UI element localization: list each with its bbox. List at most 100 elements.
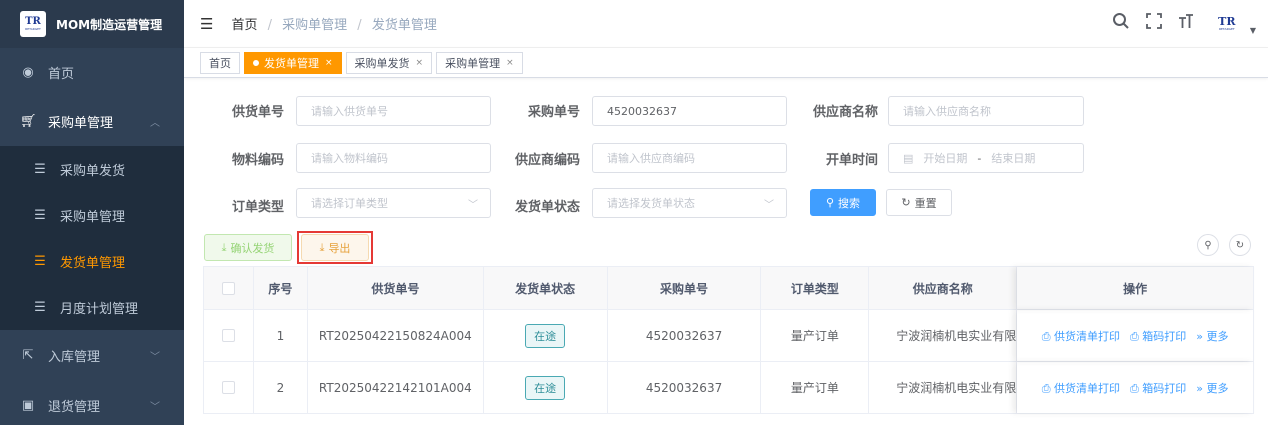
tab-home[interactable]: 首页 <box>200 51 240 74</box>
sidebar-item-home[interactable]: ◉ 首页 <box>0 48 184 96</box>
print-list-link[interactable]: ⎙ 供货清单打印 <box>1042 380 1120 396</box>
toggle-search-button[interactable]: ⚲ <box>1197 234 1219 256</box>
sidebar-item-label: 发货单管理 <box>60 255 126 271</box>
sidebar-item-label: 入库管理 <box>48 349 101 365</box>
app-logo: TR RETARGET <box>20 11 46 37</box>
print-list-label: 供货清单打印 <box>1053 381 1120 395</box>
search-icon[interactable] <box>1112 12 1130 35</box>
supplier-code-input[interactable]: 请输入供应商编码 <box>592 143 787 173</box>
refresh-icon: ↻ <box>1235 239 1245 251</box>
search-button[interactable]: ⚲ 搜索 <box>810 189 876 216</box>
reset-button[interactable]: ↻ 重置 <box>886 189 952 216</box>
cell-actions: ⎙ 供货清单打印 ⎙ 箱码打印 » 更多 <box>1017 310 1254 361</box>
material-code-input[interactable]: 请输入物料编码 <box>296 143 491 173</box>
date-end-placeholder: 结束日期 <box>991 152 1036 165</box>
tab-label: 采购单发货 <box>354 56 410 70</box>
printer-icon: ⎙ <box>1041 329 1054 343</box>
breadcrumb-item: 发货单管理 <box>371 18 437 33</box>
po-no-input[interactable]: 4520032637 <box>592 96 787 126</box>
sidebar-item-po-ship[interactable]: ☰ 采购单发货 <box>0 146 184 192</box>
tab-po-manage[interactable]: 采购单管理 × <box>436 51 523 74</box>
cell-po-no: 4520032637 <box>608 310 762 361</box>
brand: TR RETARGET MOM制造运营管理 <box>0 0 184 48</box>
cell-index: 1 <box>254 310 308 361</box>
row-checkbox[interactable] <box>221 329 235 342</box>
status-badge: 在途 <box>525 323 566 348</box>
printer-icon: ⎙ <box>1129 329 1143 343</box>
caret-down-icon[interactable]: ▼ <box>1250 26 1256 35</box>
row-checkbox[interactable] <box>221 381 235 394</box>
chevron-up-icon: ︿ <box>150 117 160 129</box>
table-header-row: 序号 供货单号 发货单状态 采购单号 订单类型 供应商名称 操作 <box>204 267 1254 310</box>
refresh-icon: ↻ <box>901 196 911 209</box>
sidebar-item-monthly-plan[interactable]: ☰ 月度计划管理 <box>0 284 184 330</box>
list-icon: ☰ <box>34 207 46 223</box>
breadcrumb-item[interactable]: 首页 <box>231 18 257 33</box>
order-type-label: 订单类型 <box>231 200 284 215</box>
table-row: 1 RT20250422150824A004 在途 4520032637 量产订… <box>204 310 1254 362</box>
column-header: 订单类型 <box>761 267 870 309</box>
calendar-icon: ▤ <box>903 151 914 165</box>
open-time-range[interactable]: ▤ 开始日期 - 结束日期 <box>888 143 1084 173</box>
avatar-text: TR <box>1218 15 1236 28</box>
header-actions: TR RETARGET ▼ <box>1112 12 1256 35</box>
po-no-label: 采购单号 <box>527 105 580 120</box>
close-icon[interactable]: × <box>325 58 333 68</box>
supplier-name-input[interactable]: 请输入供应商名称 <box>888 96 1084 126</box>
sidebar-item-shipment[interactable]: ☰ 发货单管理 <box>0 238 184 284</box>
select-all-checkbox[interactable] <box>221 281 235 295</box>
sidebar-item-purchase[interactable]: 🛒︎ 采购单管理 ︿ <box>0 96 184 146</box>
close-icon[interactable]: × <box>506 58 514 68</box>
sidebar-item-label: 月度计划管理 <box>60 301 139 317</box>
cell-supply-no: RT20250422150824A004 <box>308 310 484 361</box>
search-icon: ⚲ <box>825 196 835 209</box>
export-label: 导出 <box>328 241 351 255</box>
list-icon: ☰ <box>34 253 46 269</box>
sidebar-item-label: 首页 <box>48 66 75 82</box>
cell-po-no: 4520032637 <box>608 362 762 413</box>
hamburger-icon[interactable]: ☰ <box>200 15 213 33</box>
sidebar-item-po-manage[interactable]: ☰ 采购单管理 <box>0 192 184 238</box>
more-link[interactable]: » 更多 <box>1196 380 1228 396</box>
supplier-name-placeholder: 请输入供应商名称 <box>903 105 991 118</box>
column-header: 采购单号 <box>607 267 762 309</box>
print-box-link[interactable]: ⎙ 箱码打印 <box>1130 380 1186 396</box>
confirm-ship-button[interactable]: ⤓ 确认发货 <box>204 234 292 261</box>
app-title: MOM制造运营管理 <box>56 17 163 32</box>
cell-status: 在途 <box>484 310 608 361</box>
font-size-icon[interactable] <box>1178 13 1194 34</box>
sidebar-item-inbound[interactable]: ⇱ 入库管理 ﹀ <box>0 330 184 380</box>
date-start-placeholder: 开始日期 <box>923 152 968 165</box>
column-header: 序号 <box>253 267 308 309</box>
sidebar-item-label: 退货管理 <box>48 399 101 415</box>
order-type-select[interactable]: 请选择订单类型 ﹀ <box>296 188 491 218</box>
avatar[interactable]: TR RETARGET <box>1210 13 1244 35</box>
tab-shipment[interactable]: 发货单管理 × <box>244 51 342 74</box>
supply-no-input[interactable]: 请输入供货单号 <box>296 96 491 126</box>
print-box-label: 箱码打印 <box>1142 381 1187 395</box>
cart-icon: 🛒︎ <box>20 113 37 129</box>
more-link[interactable]: » 更多 <box>1196 328 1228 344</box>
export-button[interactable]: ⤓ 导出 <box>301 234 369 261</box>
logo-text: TR <box>25 16 41 27</box>
avatar-subtext: RETARGET <box>1218 27 1235 31</box>
close-icon[interactable]: × <box>416 58 424 68</box>
print-box-link[interactable]: ⎙ 箱码打印 <box>1130 328 1186 344</box>
shipment-table: 序号 供货单号 发货单状态 采购单号 订单类型 供应商名称 操作 1 RT202… <box>203 266 1254 414</box>
fullscreen-icon[interactable] <box>1145 13 1162 34</box>
ship-status-label: 发货单状态 <box>514 200 580 215</box>
sidebar: TR RETARGET MOM制造运营管理 ◉ 首页 🛒︎ 采购单管理 ︿ ☰ … <box>0 0 184 425</box>
open-time-label: 开单时间 <box>825 153 878 168</box>
ship-status-placeholder: 请选择发货单状态 <box>607 197 695 210</box>
sidebar-item-return[interactable]: ▣ 退货管理 ﹀ <box>0 380 184 425</box>
tab-po-ship[interactable]: 采购单发货 × <box>345 51 433 74</box>
status-badge: 在途 <box>525 375 566 400</box>
tab-label: 发货单管理 <box>264 56 319 70</box>
sidebar-item-label: 采购单管理 <box>60 209 126 225</box>
download-icon: ⤓ <box>221 240 227 254</box>
print-list-link[interactable]: ⎙ 供货清单打印 <box>1042 328 1120 344</box>
refresh-button[interactable]: ↻ <box>1229 234 1251 256</box>
ship-status-select[interactable]: 请选择发货单状态 ﹀ <box>592 188 787 218</box>
tab-label: 采购单管理 <box>445 56 501 70</box>
column-header: 供货单号 <box>307 267 484 309</box>
